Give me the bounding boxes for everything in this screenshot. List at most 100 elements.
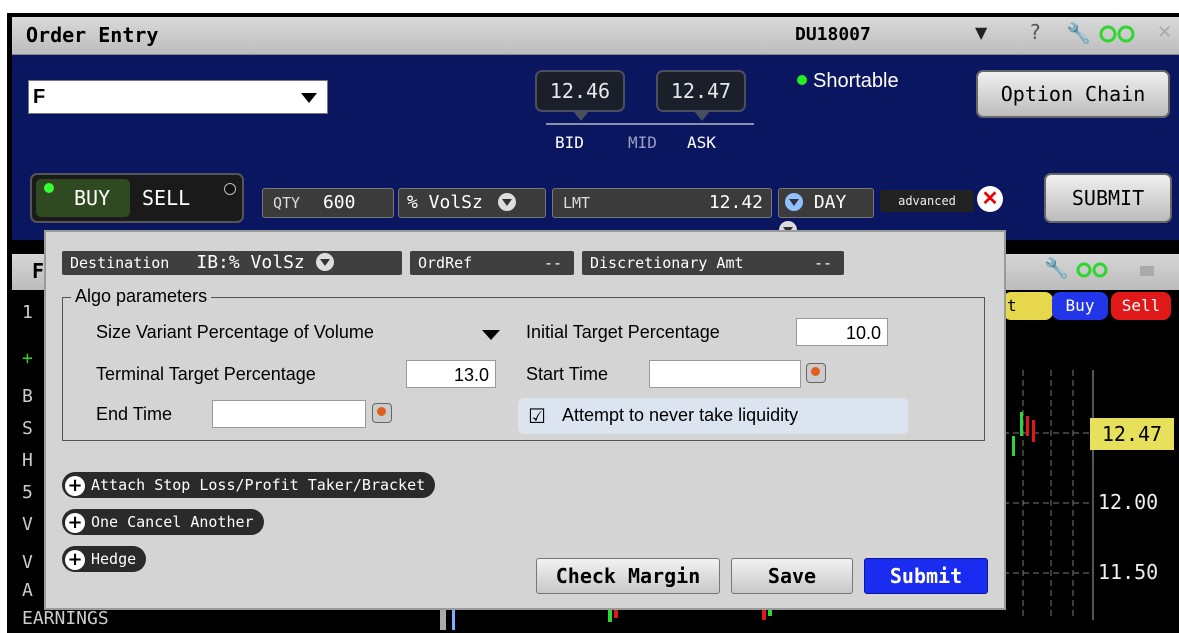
limit-price-field[interactable]: LMT 12.42 (552, 188, 772, 218)
start-time-input[interactable] (649, 360, 801, 388)
tif-value: DAY (813, 192, 847, 213)
chevron-down-icon[interactable] (482, 330, 500, 340)
chart-sell-button[interactable]: Sell (1111, 292, 1171, 320)
lmt-value: 12.42 (708, 192, 763, 213)
chart-candle (1012, 436, 1015, 456)
end-time-input[interactable] (212, 400, 366, 428)
save-button[interactable]: Save (731, 558, 853, 594)
ask-price-box[interactable]: 12.47 (656, 70, 746, 121)
wrench-icon[interactable]: 🔧 (1044, 256, 1069, 280)
chart-t-button[interactable]: t (1003, 292, 1053, 320)
bid-price-box[interactable]: 12.46 (535, 70, 625, 121)
buy-button[interactable]: BUY (36, 179, 130, 217)
never-take-liquidity-row[interactable]: ☑ Attempt to never take liquidity (518, 398, 908, 434)
terminal-target-input[interactable]: 13.0 (406, 360, 496, 388)
side-label: B (22, 386, 33, 407)
sell-inactive-dot-icon (224, 183, 236, 195)
calendar-icon[interactable] (806, 363, 826, 383)
attach-stop-label: Attach Stop Loss/Profit Taker/Bracket (91, 476, 426, 494)
submit-button[interactable]: SUBMIT (1044, 173, 1172, 223)
destination-value: IB:% VolSz (196, 252, 305, 273)
checkbox-checked-icon[interactable]: ☑ (528, 404, 546, 428)
account-selector[interactable]: DU18007 (795, 24, 871, 45)
calendar-icon[interactable] (372, 403, 392, 423)
shortable-dot-icon (797, 75, 807, 85)
end-time-label: End Time (96, 404, 173, 424)
option-chain-button[interactable]: Option Chain (976, 70, 1170, 118)
earnings-label: EARNINGS (22, 608, 109, 629)
ask-label: ASK (687, 133, 716, 152)
qty-value: 600 (322, 192, 356, 213)
chevron-down-icon[interactable] (497, 193, 516, 211)
initial-target-input[interactable]: 10.0 (796, 318, 888, 346)
panel-submit-button[interactable]: Submit (864, 558, 988, 594)
symbol-combobox[interactable]: F (28, 80, 328, 114)
buy-sell-toggle[interactable]: BUY SELL (30, 173, 244, 223)
bid-label: BID (555, 133, 584, 152)
check-margin-button[interactable]: Check Margin (536, 558, 720, 594)
chart-window-title: F (32, 259, 45, 283)
sell-label: SELL (142, 186, 191, 210)
time-in-force-select[interactable]: DAY (778, 188, 874, 239)
side-label: + (22, 348, 33, 369)
link-icon[interactable] (1096, 23, 1138, 45)
never-take-liquidity-label: Attempt to never take liquidity (562, 405, 799, 425)
option-chain-label: Option Chain (1000, 82, 1146, 106)
attach-stop-loss-button[interactable]: + Attach Stop Loss/Profit Taker/Bracket (62, 472, 436, 498)
quantity-field[interactable]: QTY 600 (262, 188, 394, 218)
destination-label: Destination (70, 254, 170, 272)
ordref-field[interactable]: OrdRef -- (410, 251, 574, 275)
order-type-select[interactable]: % VolSz (398, 188, 546, 218)
plus-icon: + (65, 550, 85, 570)
link-icon[interactable] (1074, 260, 1110, 280)
minimize-icon[interactable] (1140, 266, 1154, 276)
algo-parameters-legend: Algo parameters (71, 286, 212, 307)
chevron-down-icon[interactable] (315, 253, 334, 271)
chevron-down-icon[interactable] (301, 93, 317, 103)
window-title: Order Entry (26, 23, 159, 47)
close-icon[interactable]: ✕ (1157, 22, 1172, 43)
discretionary-amt-field[interactable]: Discretionary Amt -- (582, 251, 844, 275)
wrench-icon[interactable]: 🔧 (1066, 21, 1091, 45)
close-advanced-icon[interactable]: ✕ (977, 186, 1003, 212)
clock-icon (785, 193, 803, 211)
buy-active-dot-icon (44, 183, 54, 193)
buy-label: BUY (74, 186, 111, 210)
advanced-toggle[interactable]: advanced (880, 190, 974, 212)
terminal-target-label: Terminal Target Percentage (96, 364, 316, 384)
shortable-label: Shortable (813, 70, 899, 92)
algo-strategy-select[interactable]: Size Variant Percentage of Volume (90, 318, 506, 348)
plus-icon: + (65, 513, 85, 533)
chart-candle (1020, 412, 1023, 436)
chart-buy-button[interactable]: Buy (1052, 292, 1108, 320)
sell-button[interactable]: SELL (142, 179, 236, 217)
chart-bottom-strip (440, 606, 1000, 633)
axis-price: 12.00 (1098, 490, 1159, 514)
side-label: A (22, 580, 33, 601)
one-cancel-another-button[interactable]: + One Cancel Another (62, 509, 264, 535)
qty-label: QTY (273, 194, 301, 212)
account-dropdown-icon[interactable]: ▼ (975, 23, 987, 42)
disc-label: Discretionary Amt (590, 254, 744, 272)
bid-price: 12.46 (549, 79, 611, 103)
hedge-button[interactable]: + Hedge (62, 546, 147, 572)
disc-value: -- (813, 254, 832, 272)
side-label: H (22, 450, 33, 471)
destination-select[interactable]: Destination IB:% VolSz (62, 251, 402, 275)
side-label: S (22, 418, 33, 439)
start-time-label: Start Time (526, 364, 609, 384)
side-label: 1 (22, 302, 33, 323)
ordref-value: -- (543, 254, 562, 272)
side-label: V (22, 514, 33, 535)
side-label: V (22, 552, 33, 573)
mid-label: MID (628, 133, 657, 152)
help-icon[interactable]: ? (1030, 20, 1041, 44)
lmt-label: LMT (563, 194, 591, 212)
side-label: 5 (22, 482, 33, 503)
bid-ask-divider (546, 123, 754, 125)
chart-candle (1026, 416, 1029, 436)
order-type-value: % VolSz (407, 192, 483, 213)
submit-label: SUBMIT (1071, 186, 1145, 210)
ordref-label: OrdRef (418, 254, 473, 272)
axis-price: 11.50 (1098, 560, 1159, 584)
